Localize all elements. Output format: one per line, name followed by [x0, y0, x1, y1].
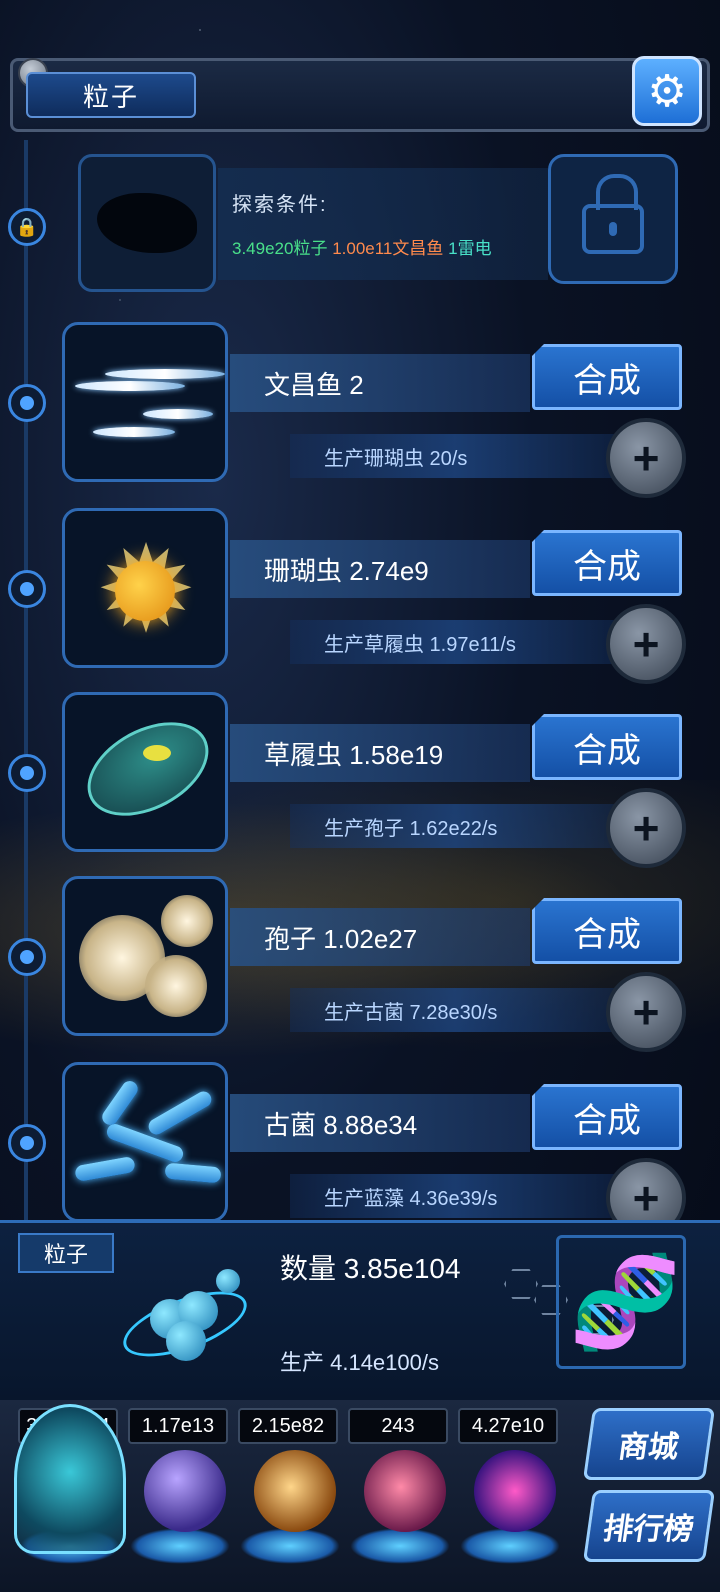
settings-button[interactable]: ⚙ [632, 56, 702, 126]
explore-conditions-label: 探索条件: [232, 194, 328, 216]
creature-production: 生产孢子 1.62e22/s [290, 804, 620, 848]
lightning-orb-icon[interactable] [144, 1450, 226, 1532]
particle-count: 数量 3.85e104 [280, 1253, 461, 1284]
lancelet-thumbnail[interactable] [62, 322, 228, 482]
plus-icon: + [632, 432, 660, 484]
plus-icon: + [632, 986, 660, 1038]
dna-helix-icon: 🧬 [569, 1253, 682, 1353]
resource-value-galaxy: 2.15e82 [238, 1408, 338, 1444]
plus-icon: + [632, 618, 660, 670]
rail-node-icon [8, 570, 46, 608]
synthesize-button[interactable]: 合成 [532, 1084, 682, 1150]
rail-node-icon [8, 1124, 46, 1162]
add-button[interactable]: + [606, 418, 686, 498]
galaxy-orb-icon[interactable] [254, 1450, 336, 1532]
silhouette-icon [97, 193, 197, 253]
padlock-icon [582, 174, 644, 254]
creature-name-count: 古菌 8.88e34 [230, 1094, 530, 1152]
creature-row-lancelet: 文昌鱼 2 生产珊瑚虫 20/s 合成 + [0, 322, 720, 506]
panel-tag: 粒子 [18, 1233, 114, 1273]
locked-creature-thumbnail [78, 154, 216, 292]
add-button[interactable]: + [606, 788, 686, 868]
creature-row-archaea: 古菌 8.88e34 生产蓝藻 4.36e39/s 合成 + [0, 1062, 720, 1246]
particle-info-panel: 粒子 数量 3.85e104 生产 4.14e100/s 🧬 [0, 1220, 720, 1400]
rail-node-icon [8, 384, 46, 422]
creature-name-count: 文昌鱼 2 [230, 354, 530, 412]
explore-conditions: 探索条件: 3.49e20粒子 1.00e11文昌鱼 1雷电 [218, 168, 548, 280]
creature-name-count: 草履虫 1.58e19 [230, 724, 530, 782]
rail-node-icon [8, 754, 46, 792]
polyp-core [115, 561, 175, 621]
unlock-button[interactable] [548, 154, 678, 284]
creature-name-count: 珊瑚虫 2.74e9 [230, 540, 530, 598]
archaea-thumbnail[interactable] [62, 1062, 228, 1222]
creature-name-count: 孢子 1.02e27 [230, 908, 530, 966]
resource-value-brain: 243 [348, 1408, 448, 1444]
synthesize-button[interactable]: 合成 [532, 530, 682, 596]
synthesize-button[interactable]: 合成 [532, 344, 682, 410]
creature-production: 生产草履虫 1.97e11/s [290, 620, 620, 664]
gear-icon: ⚙ [647, 66, 687, 116]
creature-production: 生产珊瑚虫 20/s [290, 434, 620, 478]
requirement-lancelet: 1.00e11文昌鱼 [332, 239, 444, 258]
requirements-line: 3.49e20粒子 1.00e11文昌鱼 1雷电 [232, 234, 492, 259]
resource-value-vortex: 4.27e10 [458, 1408, 558, 1444]
brain-orb-icon[interactable] [364, 1450, 446, 1532]
requirement-particles: 3.49e20粒子 [232, 239, 328, 258]
resource-bar: 3.85e104 1.17e13 2.15e82 243 4.27e10 商城 … [0, 1400, 720, 1592]
vortex-orb-icon[interactable] [474, 1450, 556, 1532]
synthesize-button[interactable]: 合成 [532, 898, 682, 964]
plus-icon: + [632, 1172, 660, 1224]
coral-polyp-thumbnail[interactable]: ✹ [62, 508, 228, 668]
add-button[interactable]: + [606, 972, 686, 1052]
creature-production: 生产古菌 7.28e30/s [290, 988, 620, 1032]
particle-production-rate: 生产 4.14e100/s [280, 1350, 439, 1375]
cell-body [71, 703, 225, 835]
creature-production: 生产蓝藻 4.36e39/s [290, 1174, 620, 1218]
resource-value-lightning: 1.17e13 [128, 1408, 228, 1444]
particle-orb-selected[interactable] [14, 1404, 126, 1554]
shop-button[interactable]: 商城 [582, 1408, 716, 1480]
requirement-lightning: 1雷电 [448, 239, 492, 258]
rail-lock-icon: 🔒 [8, 208, 46, 246]
plus-icon: + [632, 802, 660, 854]
top-bar: 粒子 ⚙ [10, 48, 710, 138]
ranking-button[interactable]: 排行榜 [582, 1490, 716, 1562]
add-button[interactable]: + [606, 604, 686, 684]
creature-row-paramecium: 草履虫 1.58e19 生产孢子 1.62e22/s 合成 + [0, 692, 720, 876]
creature-row-spore: 孢子 1.02e27 生产古菌 7.28e30/s 合成 + [0, 876, 720, 1060]
cell-nucleus [143, 745, 171, 761]
synthesize-button[interactable]: 合成 [532, 714, 682, 780]
paramecium-thumbnail[interactable] [62, 692, 228, 852]
rail-node-icon [8, 938, 46, 976]
locked-creature-card: 探索条件: 3.49e20粒子 1.00e11文昌鱼 1雷电 [78, 154, 678, 294]
page-title-plate: 粒子 [26, 72, 196, 118]
atom-icon [115, 1269, 255, 1379]
creature-row-coral-polyp: ✹ 珊瑚虫 2.74e9 生产草履虫 1.97e11/s 合成 + [0, 508, 720, 692]
page-title: 粒子 [82, 81, 139, 112]
spore-thumbnail[interactable] [62, 876, 228, 1036]
dna-button[interactable]: 🧬 [556, 1235, 686, 1369]
